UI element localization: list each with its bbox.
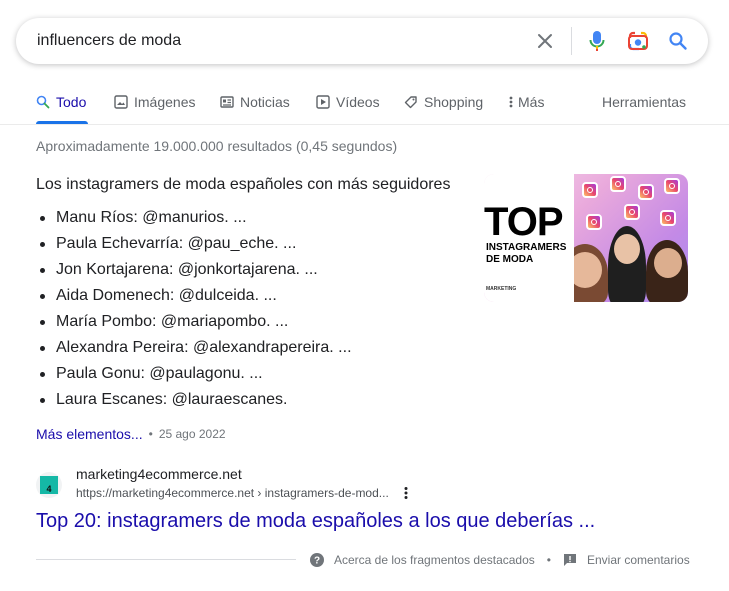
- snippet-more-row: Más elementos... • 25 ago 2022: [36, 426, 226, 442]
- feedback-icon: [563, 553, 577, 567]
- instagram-icon: [610, 176, 626, 192]
- tabs-divider: [0, 124, 729, 125]
- tab-noticias[interactable]: Noticias: [220, 92, 290, 112]
- list-item: María Pombo: @mariapombo. ...: [36, 310, 352, 336]
- favicon-logo: 4: [40, 476, 58, 494]
- tab-todo[interactable]: Todo: [36, 92, 86, 112]
- snippet-list: Manu Ríos: @manurios. ... Paula Echevarr…: [36, 206, 352, 414]
- snippet-footer: ? Acerca de los fragmentos destacados • …: [310, 550, 690, 570]
- more-vert-icon: [508, 95, 514, 109]
- snippet-thumbnail[interactable]: TOP INSTAGRAMERS DE MODA MARKETING: [484, 174, 688, 302]
- search-input[interactable]: influencers de moda: [37, 32, 533, 50]
- tab-label: Imágenes: [134, 94, 196, 110]
- send-feedback-link[interactable]: Enviar comentarios: [587, 553, 690, 567]
- tab-label: Shopping: [424, 94, 484, 110]
- thumbnail-brand: MARKETING: [486, 286, 517, 292]
- instagram-icon: [660, 210, 676, 226]
- play-icon: [316, 95, 330, 109]
- list-item: Alexandra Pereira: @alexandrapereira. ..…: [36, 336, 352, 362]
- list-item: Laura Escanes: @lauraescanes.: [36, 388, 352, 414]
- list-item: Manu Ríos: @manurios. ...: [36, 206, 352, 232]
- tab-label: Vídeos: [336, 94, 380, 110]
- site-url[interactable]: https://marketing4ecommerce.net › instag…: [76, 486, 389, 500]
- person-face: [654, 248, 682, 278]
- thumbnail-title: TOP: [484, 200, 564, 244]
- tab-label: Más: [518, 94, 545, 110]
- about-snippets-link[interactable]: Acerca de los fragmentos destacados: [334, 553, 535, 567]
- news-icon: [220, 95, 234, 109]
- more-vert-icon[interactable]: [400, 484, 412, 502]
- mic-icon[interactable]: [585, 29, 609, 53]
- search-icon: [36, 95, 50, 109]
- lens-icon[interactable]: [626, 29, 650, 53]
- instagram-icon: [582, 182, 598, 198]
- list-item: Jon Kortajarena: @jonkortajarena. ...: [36, 258, 352, 284]
- tab-label: Todo: [56, 94, 87, 110]
- footer-divider: [36, 559, 296, 560]
- result-title-link[interactable]: Top 20: instagramers de moda españoles a…: [36, 510, 595, 533]
- list-item: Aida Domenech: @dulceida. ...: [36, 284, 352, 310]
- result-stats: Aproximadamente 19.000.000 resultados (0…: [36, 138, 398, 154]
- instagram-icon: [586, 214, 602, 230]
- close-icon[interactable]: [533, 29, 557, 53]
- tab-imagenes[interactable]: Imágenes: [114, 92, 195, 112]
- tools-label: Herramientas: [602, 94, 687, 110]
- thumbnail-subtitle: INSTAGRAMERS: [486, 242, 567, 253]
- tag-icon: [404, 95, 418, 109]
- help-icon: ?: [310, 553, 324, 567]
- tab-shopping[interactable]: Shopping: [404, 92, 483, 112]
- list-item: Paula Gonu: @paulagonu. ...: [36, 362, 352, 388]
- tools-button[interactable]: Herramientas: [602, 92, 686, 112]
- separator-dot: •: [148, 427, 153, 441]
- search-bar[interactable]: influencers de moda: [16, 18, 708, 64]
- snippet-date: 25 ago 2022: [158, 427, 226, 441]
- more-elements-link[interactable]: Más elementos...: [36, 426, 143, 442]
- person-face: [614, 234, 640, 264]
- search-tabs: Todo Imágenes Noticias Vídeos Shopping M…: [36, 92, 688, 124]
- search-divider: [571, 27, 572, 55]
- separator-dot: •: [546, 553, 551, 567]
- site-name[interactable]: marketing4ecommerce.net: [76, 466, 242, 482]
- search-icon[interactable]: [666, 29, 690, 53]
- site-favicon[interactable]: 4: [36, 472, 62, 498]
- instagram-icon: [624, 204, 640, 220]
- snippet-heading: Los instagramers de moda españoles con m…: [36, 176, 451, 193]
- thumbnail-subtitle: DE MODA: [486, 254, 534, 265]
- tab-mas[interactable]: Más: [508, 92, 544, 112]
- tab-label: Noticias: [240, 94, 290, 110]
- image-icon: [114, 95, 128, 109]
- instagram-icon: [638, 184, 654, 200]
- instagram-icon: [664, 178, 680, 194]
- tab-videos[interactable]: Vídeos: [316, 92, 380, 112]
- svg-text:?: ?: [314, 556, 320, 567]
- list-item: Paula Echevarría: @pau_eche. ...: [36, 232, 352, 258]
